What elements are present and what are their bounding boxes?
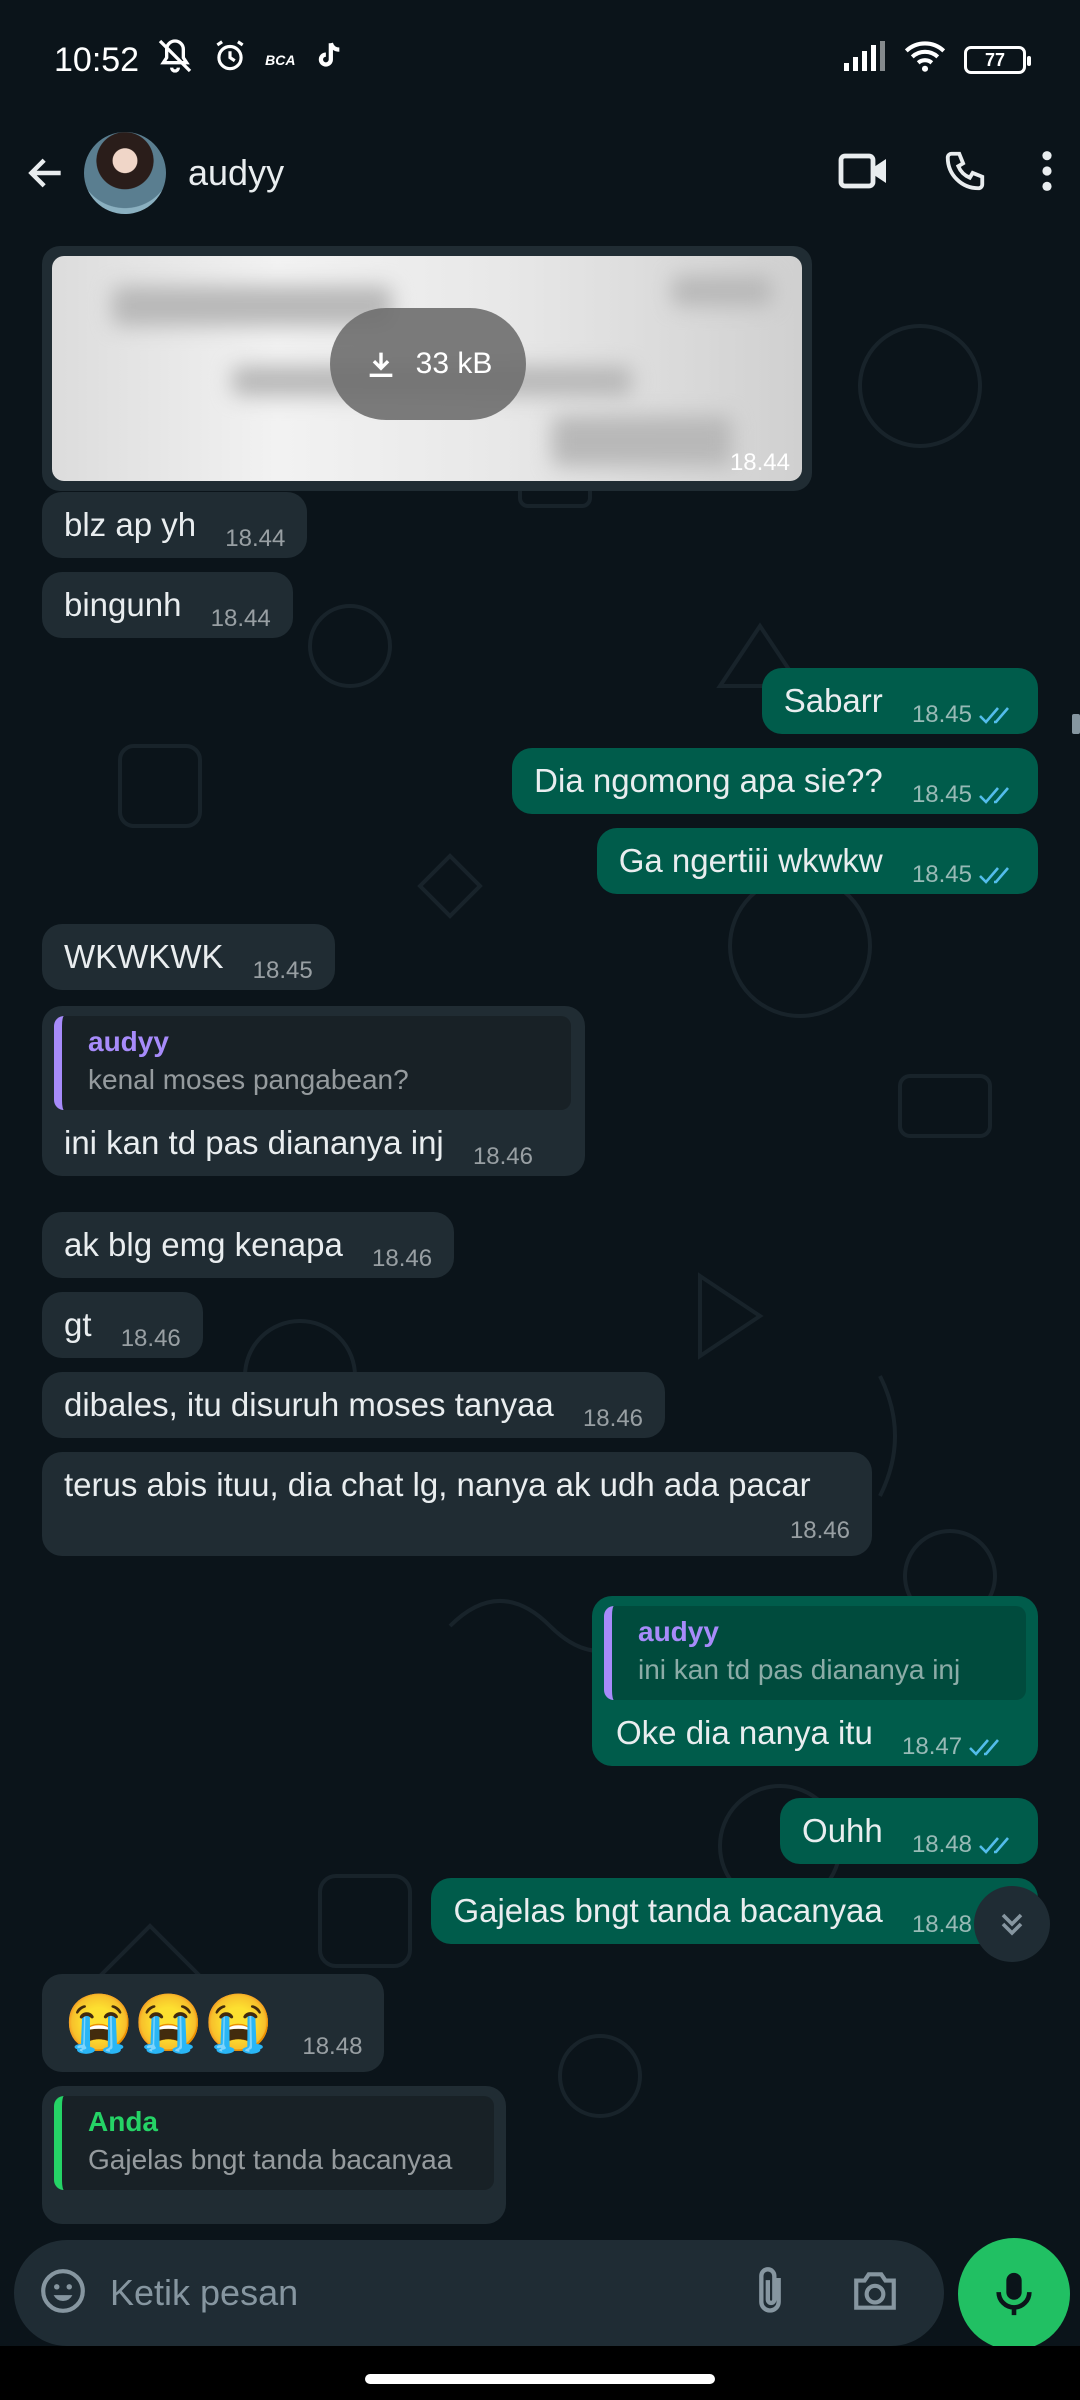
alarm-icon [211,37,249,84]
message-time: 18.45 [911,781,972,808]
message-text: 😭😭😭 [64,1991,274,2054]
incoming-emoji-message[interactable]: 😭😭😭 18.48 [42,1974,385,2072]
download-icon [369,352,392,378]
message-composer[interactable] [14,2240,944,2346]
outgoing-message[interactable]: Ouhh 18.48 [780,1798,1038,1864]
file-size: 33 kB [415,347,493,380]
incoming-message[interactable]: dibales, itu disuruh moses tanyaa 18.46 [42,1372,666,1438]
double-chevron-down-icon [1001,1913,1023,1936]
outgoing-message[interactable]: Ga ngertiii wkwkw 18.45 [596,828,1038,894]
message-time: 18.45 [252,957,313,984]
message-text: gt [64,1306,92,1343]
outgoing-message[interactable]: Gajelas bngt tanda bacanyaa 18.48 [431,1878,1038,1944]
quote-text: Gajelas bngt tanda bacanyaa [88,2144,453,2175]
avatar[interactable] [84,132,166,214]
voice-call-icon[interactable] [942,148,988,199]
attach-icon[interactable] [750,2265,790,2322]
read-tick-icon [979,707,1009,724]
mute-icon [155,36,195,85]
outgoing-message[interactable]: Dia ngomong apa sie?? 18.45 [512,748,1038,814]
message-time: 18.46 [789,1517,850,1544]
message-text: blz ap yh [64,506,197,543]
message-time: 18.44 [729,449,790,476]
message-time: 18.45 [911,861,972,888]
battery-icon: 77 [964,46,1031,74]
camera-icon[interactable] [850,2268,900,2319]
message-text: Ga ngertiii wkwkw [618,842,883,879]
quote-author: audyy [638,1616,719,1647]
tiktok-icon [311,38,345,83]
message-text: Oke dia nanya itu [616,1714,873,1751]
message-text: bingunh [64,586,182,623]
message-time: 18.45 [911,701,972,728]
message-time: 18.48 [911,1831,972,1858]
outgoing-reply-message[interactable]: audyy ini kan td pas diananya inj Oke di… [592,1596,1038,1766]
more-vert-icon[interactable] [1040,148,1054,199]
download-button[interactable]: 33 kB [330,308,526,420]
chat-area[interactable]: 33 kB 18.44 blz ap yh 18.44 bingunh 18.4… [0,226,1080,2241]
contact-name[interactable]: audyy [188,152,284,194]
quote-author: Anda [88,2106,158,2137]
image-message[interactable]: 33 kB 18.44 [42,246,812,491]
quoted-message[interactable]: audyy kenal moses pangabean? [54,1016,571,1110]
outgoing-message[interactable]: Sabarr 18.45 [761,668,1038,734]
incoming-message[interactable]: WKWKWK 18.45 [42,924,335,990]
mic-button[interactable] [958,2238,1070,2350]
message-time: 18.46 [472,1143,533,1170]
read-tick-icon [969,1739,1000,1756]
scroll-to-bottom-button[interactable] [974,1886,1050,1962]
home-indicator[interactable] [365,2374,715,2384]
read-tick-icon [979,867,1009,884]
incoming-reply-message[interactable]: Anda Gajelas bngt tanda bacanyaa [42,2086,506,2224]
system-nav-bar [0,2346,1080,2400]
quoted-message[interactable]: audyy ini kan td pas diananya inj [604,1606,1026,1700]
signal-icon [842,40,886,80]
quoted-message[interactable]: Anda Gajelas bngt tanda bacanyaa [54,2096,494,2190]
video-call-icon[interactable] [838,151,890,196]
incoming-message[interactable]: blz ap yh 18.44 [42,492,308,558]
incoming-message[interactable]: ak blg emg kenapa 18.46 [42,1212,455,1278]
message-text: Gajelas bngt tanda bacanyaa [453,1892,883,1929]
emoji-icon[interactable] [38,2266,88,2321]
message-time: 18.46 [372,1245,433,1272]
bca-icon: BCA [265,52,296,68]
message-text: Sabarr [783,682,883,719]
incoming-message[interactable]: terus abis ituu, dia chat lg, nanya ak u… [42,1452,872,1556]
message-input[interactable] [110,2272,750,2314]
message-time: 18.48 [302,2033,363,2060]
message-text: WKWKWK [64,938,224,975]
read-tick-icon [979,1837,1009,1854]
message-text: dibales, itu disuruh moses tanyaa [64,1386,554,1423]
message-time: 18.48 [911,1911,972,1938]
status-time: 10:52 [54,40,140,79]
scroll-indicator[interactable] [1072,714,1080,734]
back-arrow-icon[interactable] [18,145,74,201]
message-text: Ouhh [802,1812,883,1849]
message-time: 18.47 [902,1733,963,1760]
read-tick-icon [979,787,1009,804]
incoming-reply-message[interactable]: audyy kenal moses pangabean? ini kan td … [42,1006,585,1176]
message-time: 18.46 [582,1405,644,1432]
message-text: ak blg emg kenapa [64,1226,343,1263]
quote-author: audyy [88,1026,169,1057]
quote-text: kenal moses pangabean? [88,1064,409,1095]
chat-header: audyy [0,120,1080,226]
incoming-message[interactable]: gt 18.46 [42,1292,203,1358]
message-text: terus abis ituu, dia chat lg, nanya ak u… [64,1466,811,1503]
message-time: 18.44 [210,605,271,632]
incoming-message[interactable]: bingunh 18.44 [42,572,293,638]
quote-text: ini kan td pas diananya inj [638,1654,961,1685]
wifi-icon [904,39,946,82]
message-time: 18.44 [225,525,286,552]
status-bar: 10:52 BCA 77 [0,0,1080,120]
mic-icon [996,2272,1032,2316]
message-time: 18.46 [120,1325,181,1352]
message-text: Dia ngomong apa sie?? [534,762,883,799]
message-text: ini kan td pas diananya inj [64,1124,444,1161]
